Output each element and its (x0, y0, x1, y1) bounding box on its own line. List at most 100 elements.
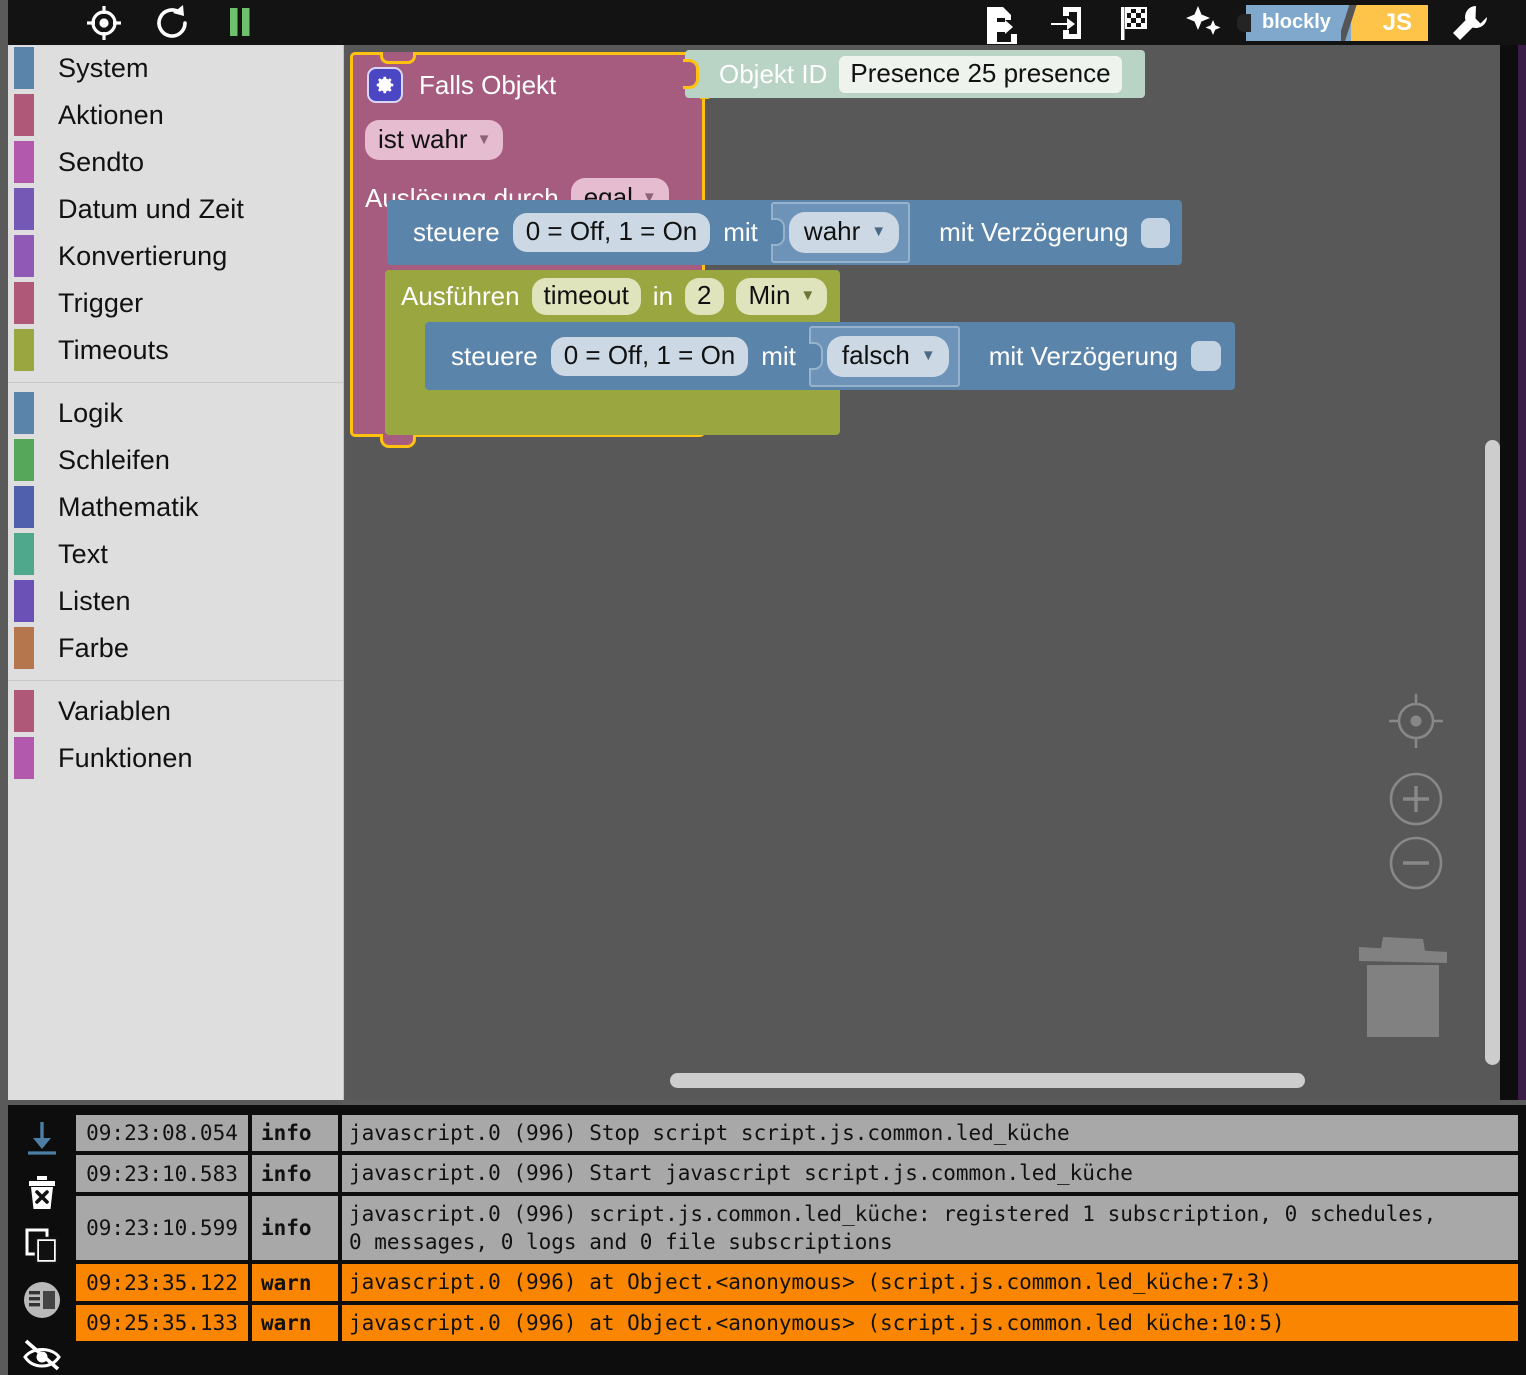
sidebar-item-farbe[interactable]: Farbe (8, 625, 343, 672)
app-root: blockly JS System Aktionen Sendto Datum … (0, 0, 1526, 1375)
steuere-delay-label-2: mit Verzögerung (988, 340, 1179, 371)
timeout-header-row: Ausführen timeout in 2 Min ▼ (401, 278, 828, 315)
steuere-delay-label-1: mit Verzögerung (939, 217, 1129, 247)
sidebar-item-datum-und-zeit[interactable]: Datum und Zeit (8, 186, 343, 233)
pause-icon[interactable] (206, 0, 274, 45)
chevron-down-icon: ▼ (476, 131, 492, 148)
block-objekt-id[interactable]: Objekt ID Presence 25 presence (683, 50, 1145, 98)
log-row[interactable]: 09:23:08.054 info javascript.0 (996) Sto… (76, 1115, 1518, 1152)
log-row[interactable]: 09:25:35.133 warn javascript.0 (996) at … (76, 1304, 1518, 1342)
workspace-horizontal-scrollbar[interactable] (670, 1073, 1305, 1088)
blockly-workspace[interactable]: Falls Objekt ist wahr ▼ Auslösung durch … (345, 45, 1500, 1100)
sidebar-item-variablen[interactable]: Variablen (8, 688, 343, 735)
sparkles-icon[interactable] (1170, 0, 1238, 45)
layout-log-icon[interactable] (19, 1279, 65, 1321)
block-steuere-1[interactable]: steuere 0 = Off, 1 = On mit wahr ▼ mit V… (387, 200, 1182, 265)
log-row[interactable]: 09:23:10.599 info javascript.0 (996) scr… (76, 1195, 1518, 1261)
sidebar-item-timeouts[interactable]: Timeouts (8, 327, 343, 374)
sidebar-separator (8, 374, 343, 390)
category-color-swatch (14, 329, 34, 371)
timeout-unit-dropdown[interactable]: Min ▼ (735, 278, 828, 315)
block-output-plug (683, 59, 699, 89)
timeout-in-label: in (652, 281, 674, 311)
left-edge-strip-bottom (0, 1105, 8, 1375)
gear-icon[interactable] (367, 67, 403, 103)
log-message: javascript.0 (996) Stop script script.js… (342, 1115, 1518, 1152)
block-title-row: Falls Objekt (367, 67, 556, 103)
sidebar-item-funktionen[interactable]: Funktionen (8, 735, 343, 782)
sidebar-item-label: Konvertierung (58, 241, 228, 271)
condition-dropdown-row: ist wahr ▼ (365, 120, 504, 160)
sidebar-item-trigger[interactable]: Trigger (8, 280, 343, 327)
steuere-label-2: steuere (451, 340, 538, 371)
chevron-down-icon: ▼ (800, 287, 816, 304)
sidebar-item-aktionen[interactable]: Aktionen (8, 92, 343, 139)
steuere-value-dropdown-1[interactable]: wahr ▼ (788, 212, 900, 253)
steuere-delay-checkbox-1[interactable] (1141, 217, 1170, 248)
log-time: 09:23:10.599 (76, 1195, 248, 1261)
copy-log-icon[interactable] (19, 1225, 65, 1266)
steuere-mit-label-2: mit (761, 340, 796, 371)
log-time: 09:23:08.054 (76, 1115, 248, 1152)
sidebar-item-system[interactable]: System (8, 45, 343, 92)
sidebar-item-schleifen[interactable]: Schleifen (8, 437, 343, 484)
steuere-value-dropdown-2[interactable]: falsch ▼ (826, 335, 949, 377)
import-icon[interactable] (1034, 0, 1102, 45)
steuere-object-1[interactable]: 0 = Off, 1 = On (512, 213, 711, 252)
center-workspace-icon[interactable] (1385, 690, 1447, 757)
chevron-down-icon: ▼ (871, 223, 887, 240)
objekt-id-value[interactable]: Presence 25 presence (839, 55, 1122, 93)
zoom-out-icon[interactable] (1385, 832, 1447, 899)
checkered-flag-icon[interactable] (1102, 0, 1170, 45)
mode-toggle-blockly-js[interactable]: blockly JS (1237, 4, 1428, 41)
condition-dropdown-value: ist wahr (378, 124, 468, 154)
log-row[interactable]: 09:23:35.122 warn javascript.0 (996) at … (76, 1264, 1518, 1301)
wrench-icon[interactable] (1436, 0, 1504, 45)
target-icon[interactable] (70, 0, 138, 45)
category-color-swatch (14, 737, 34, 779)
block-notch-top (380, 52, 416, 64)
category-color-swatch (14, 235, 34, 277)
log-severity: warn (252, 1304, 338, 1342)
clear-log-icon[interactable] (19, 1171, 65, 1212)
workspace-vertical-scrollbar[interactable] (1485, 440, 1500, 1065)
log-time: 09:23:35.122 (76, 1264, 248, 1301)
timeout-amount-field[interactable]: 2 (685, 278, 724, 315)
trash-icon[interactable] (1355, 925, 1451, 1045)
log-panel: 09:23:08.054 info javascript.0 (996) Sto… (8, 1105, 1526, 1375)
category-color-swatch (14, 627, 34, 669)
sidebar-item-label: Datum und Zeit (58, 194, 244, 224)
category-color-swatch (14, 533, 34, 575)
export-icon[interactable] (966, 0, 1034, 45)
sidebar-item-listen[interactable]: Listen (8, 578, 343, 625)
timeout-name-field[interactable]: timeout (531, 278, 641, 315)
category-color-swatch (14, 439, 34, 481)
block-steuere-2[interactable]: steuere 0 = Off, 1 = On mit falsch ▼ mit… (425, 322, 1235, 390)
sidebar-item-logik[interactable]: Logik (8, 390, 343, 437)
sidebar-item-text[interactable]: Text (8, 531, 343, 578)
log-time: 09:23:10.583 (76, 1155, 248, 1192)
reload-icon[interactable] (138, 0, 206, 45)
condition-dropdown[interactable]: ist wahr ▼ (365, 120, 504, 160)
workspace-right-dark-strip (1500, 45, 1518, 1100)
category-color-swatch (14, 141, 34, 183)
sidebar-item-konvertierung[interactable]: Konvertierung (8, 233, 343, 280)
log-row[interactable]: 09:23:10.583 info javascript.0 (996) Sta… (76, 1155, 1518, 1192)
steuere-value-socket-2: falsch ▼ (808, 325, 960, 387)
download-log-icon[interactable] (19, 1117, 65, 1158)
block-notch-top (404, 200, 436, 209)
category-color-swatch (14, 188, 34, 230)
category-color-swatch (14, 282, 34, 324)
category-color-swatch (14, 580, 34, 622)
zoom-in-icon[interactable] (1385, 768, 1447, 835)
steuere-delay-checkbox-2[interactable] (1191, 341, 1222, 371)
steuere-object-2[interactable]: 0 = Off, 1 = On (550, 336, 749, 376)
steuere-value-socket-1: wahr ▼ (770, 202, 911, 263)
sidebar-item-sendto[interactable]: Sendto (8, 139, 343, 186)
toolbar-right-group: blockly JS (966, 0, 1504, 45)
category-color-swatch (14, 47, 34, 89)
hide-log-icon[interactable] (19, 1334, 65, 1375)
log-time: 09:25:35.133 (76, 1304, 248, 1342)
log-message: javascript.0 (996) at Object.<anonymous>… (342, 1304, 1518, 1342)
sidebar-item-mathematik[interactable]: Mathematik (8, 484, 343, 531)
